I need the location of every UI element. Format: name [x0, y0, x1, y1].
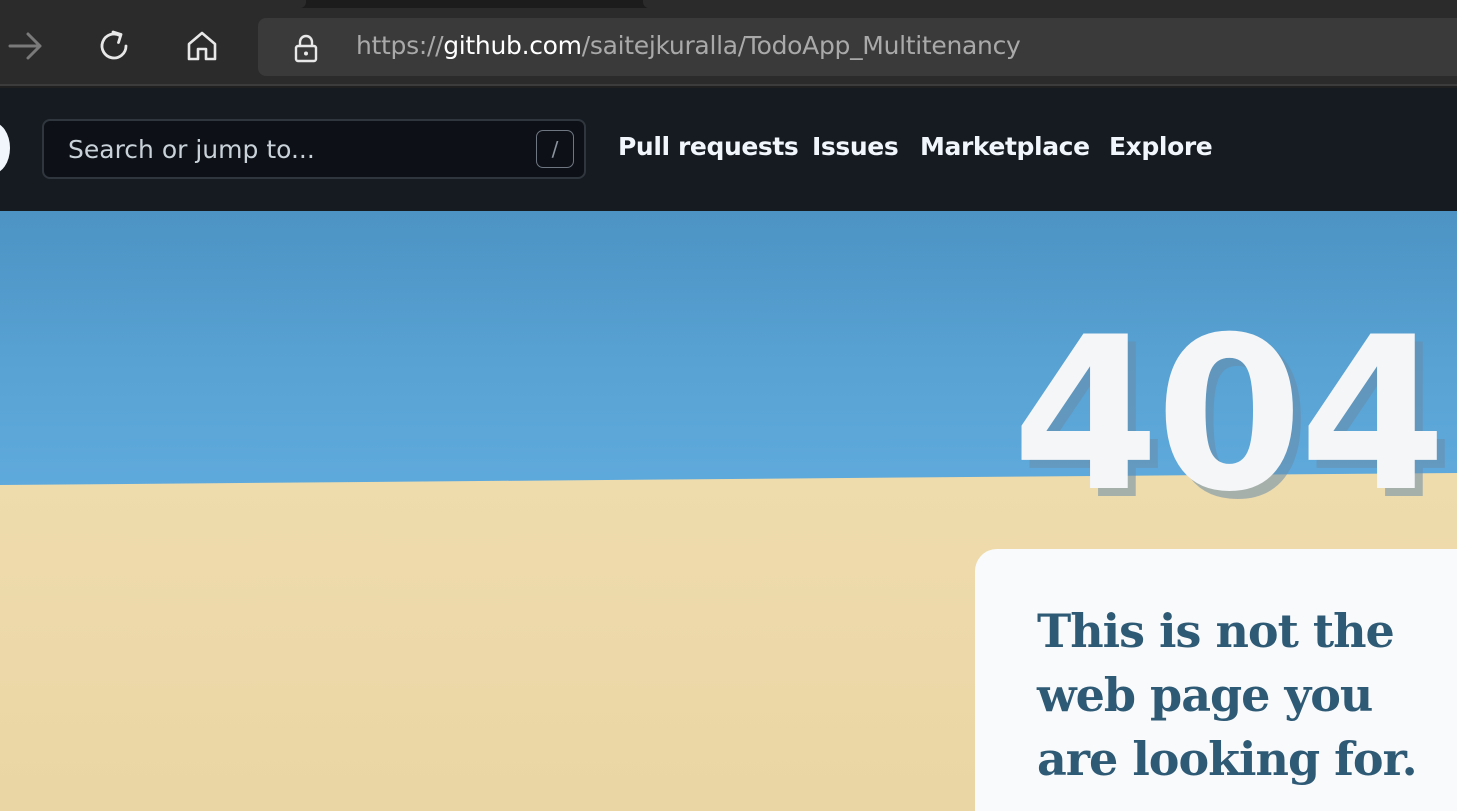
error-code: 404: [1012, 291, 1447, 538]
nav-marketplace[interactable]: Marketplace: [920, 132, 1090, 161]
browser-toolbar: https://github.com/saitejkuralla/TodoApp…: [0, 8, 1457, 86]
home-button[interactable]: [178, 24, 226, 68]
nav-pull-requests[interactable]: Pull requests: [618, 132, 799, 161]
home-icon: [184, 28, 220, 64]
url-scheme: https://: [356, 31, 444, 60]
nav-explore[interactable]: Explore: [1109, 132, 1213, 161]
search-input[interactable]: [44, 121, 524, 177]
url-host: github.com: [443, 31, 582, 60]
browser-tab[interactable]: [0, 0, 306, 8]
search-shortcut-key: /: [536, 130, 574, 168]
github-logo-icon[interactable]: [0, 122, 10, 174]
address-bar[interactable]: https://github.com/saitejkuralla/TodoApp…: [258, 18, 1457, 76]
forward-button[interactable]: [2, 24, 50, 68]
refresh-button[interactable]: [90, 24, 138, 68]
github-header: / Pull requests Issues Marketplace Explo…: [0, 88, 1457, 211]
lock-icon[interactable]: [292, 34, 320, 63]
url-path: /saitejkuralla/TodoApp_Multitenancy: [581, 31, 1021, 60]
forward-icon: [6, 31, 46, 61]
error-404-scene: 404 This is not the web page you are loo…: [0, 211, 1457, 811]
search-box[interactable]: /: [42, 119, 586, 179]
url-text[interactable]: https://github.com/saitejkuralla/TodoApp…: [356, 31, 1021, 60]
browser-tab[interactable]: [643, 0, 1457, 8]
error-message: This is not the web page you are looking…: [1037, 604, 1418, 786]
nav-issues[interactable]: Issues: [812, 132, 899, 161]
refresh-icon: [96, 28, 132, 64]
tab-strip: [0, 0, 1457, 8]
error-message-card: This is not the web page you are looking…: [975, 549, 1457, 811]
